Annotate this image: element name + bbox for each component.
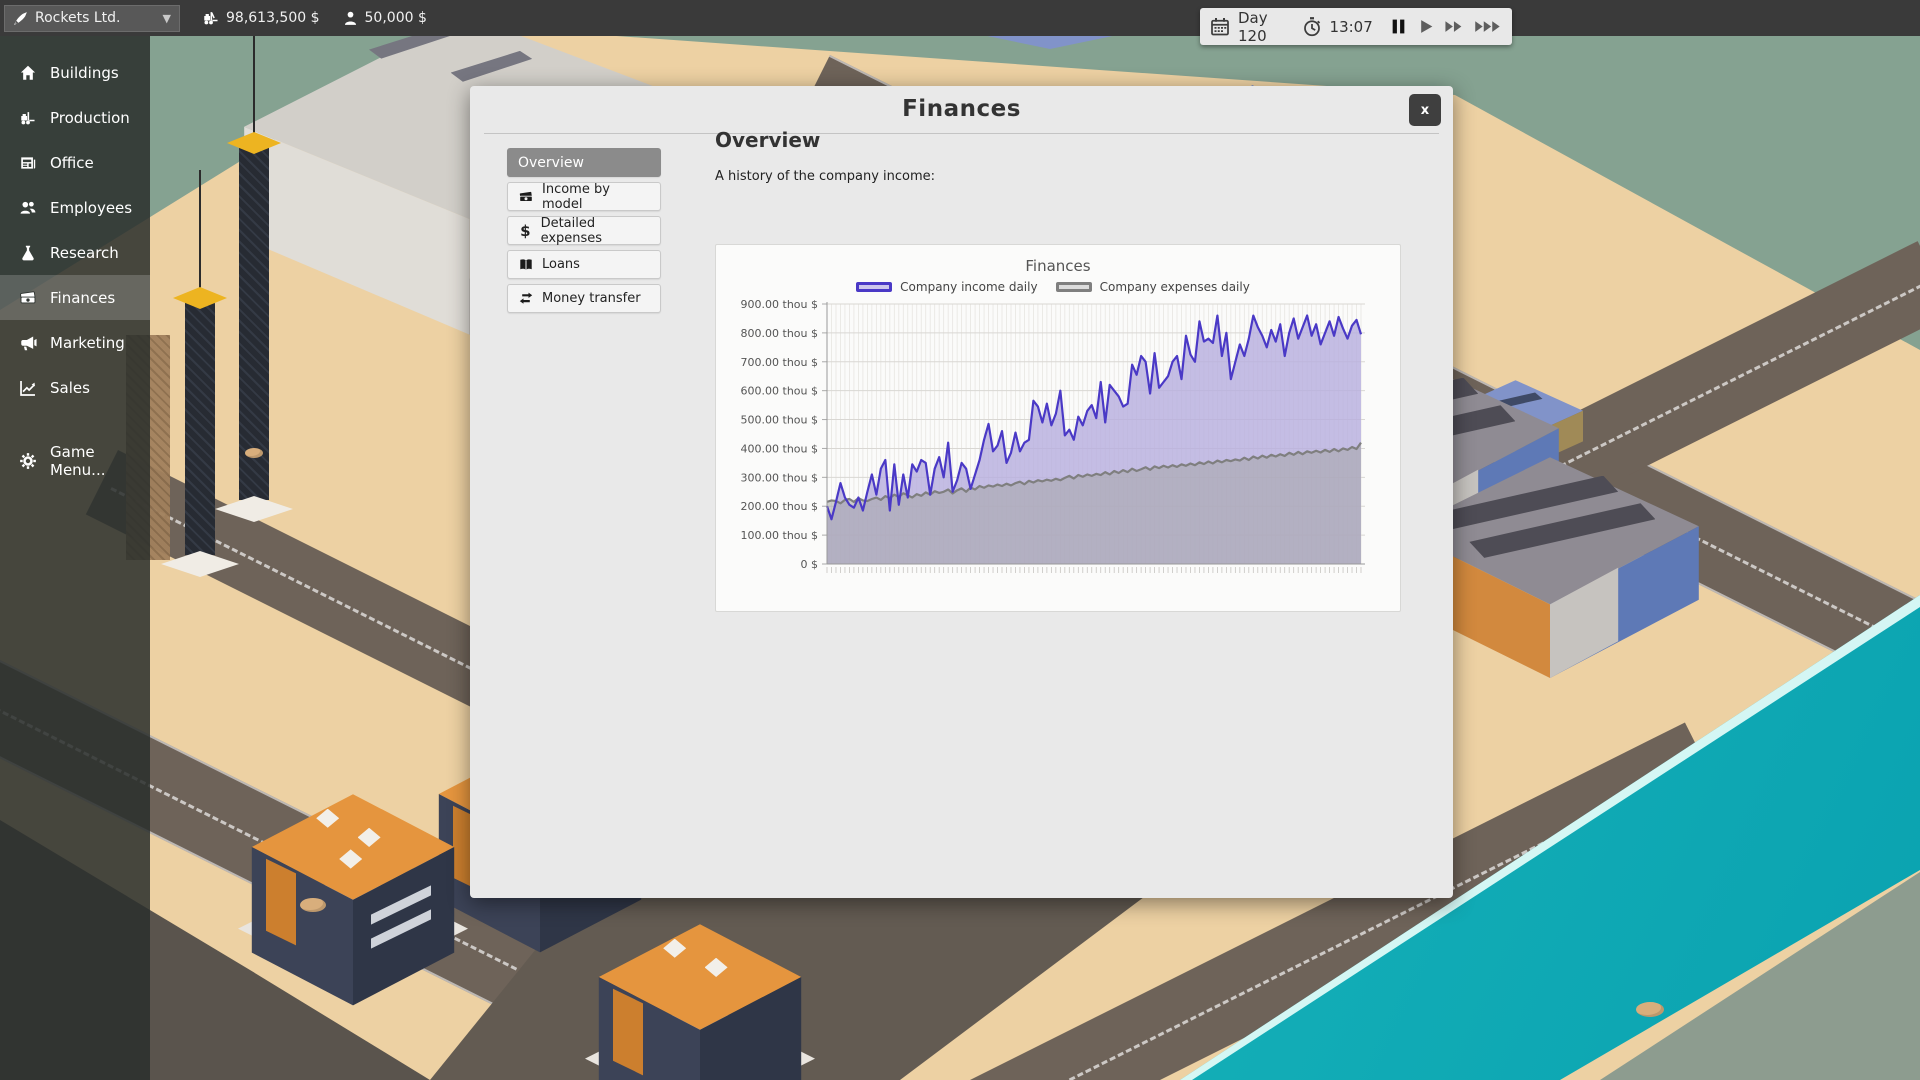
sidebar-item-finances[interactable]: Finances [0, 275, 150, 320]
svg-text:200.00 thou $: 200.00 thou $ [741, 500, 818, 513]
close-button[interactable]: x [1409, 94, 1441, 126]
sidebar: Buildings Production Office Employees Re… [0, 36, 150, 1080]
rocket-icon [13, 11, 28, 26]
clock-time: 13:07 [1330, 18, 1373, 36]
sidebar-item-label: Game Menu... [50, 443, 150, 479]
finances-tab-list: Overview Income by model $ Detailed expe… [507, 148, 661, 313]
top-bar: Rockets Ltd. ▼ 98,613,500 $ 50,000 $ [0, 0, 1920, 36]
svg-text:300.00 thou $: 300.00 thou $ [741, 471, 818, 484]
sidebar-item-marketing[interactable]: Marketing [0, 320, 150, 365]
chart-legend: Company income daily Company expenses da… [716, 280, 1400, 294]
day-counter: Day 120 [1238, 9, 1290, 45]
office-icon [19, 154, 37, 172]
rock [245, 448, 263, 458]
banknotes-icon [518, 189, 534, 205]
research-icon [19, 244, 37, 262]
sidebar-item-label: Research [50, 244, 119, 262]
factory-building [238, 775, 468, 1015]
expenses-legend-label: Company expenses daily [1100, 280, 1250, 294]
overview-content: Overview A history of the company income… [715, 128, 1413, 184]
sales-icon [19, 379, 37, 397]
book-icon [518, 257, 534, 273]
company-name: Rockets Ltd. [35, 10, 120, 26]
svg-text:0 $: 0 $ [801, 558, 819, 571]
sidebar-item-label: Sales [50, 379, 90, 397]
fastest-forward-button[interactable] [1474, 15, 1502, 39]
company-selector[interactable]: Rockets Ltd. ▼ [4, 5, 180, 32]
svg-text:800.00 thou $: 800.00 thou $ [741, 327, 818, 340]
finances-icon [19, 289, 37, 307]
time-control-panel: Day 120 13:07 [1200, 8, 1512, 45]
person-icon [342, 10, 359, 27]
chart-title: Finances [716, 257, 1400, 275]
page-title: Overview [715, 128, 1413, 152]
income-legend-label: Company income daily [900, 280, 1037, 294]
svg-text:700.00 thou $: 700.00 thou $ [741, 356, 818, 369]
employee-cost: 50,000 $ [342, 10, 427, 27]
employee-cost-value: 50,000 $ [365, 10, 427, 26]
dollar-icon: $ [518, 222, 533, 240]
tab-overview[interactable]: Overview [507, 148, 661, 177]
sidebar-item-sales[interactable]: Sales [0, 365, 150, 410]
sidebar-item-office[interactable]: Office [0, 140, 150, 185]
tab-label: Money transfer [542, 291, 641, 306]
sidebar-item-label: Employees [50, 199, 132, 217]
finances-chart-panel: Finances Company income daily Company ex… [715, 244, 1401, 612]
dialog-title: Finances [470, 96, 1453, 122]
tab-loans[interactable]: Loans [507, 250, 661, 279]
svg-text:600.00 thou $: 600.00 thou $ [741, 385, 818, 398]
sidebar-item-label: Production [50, 109, 130, 127]
tab-label: Income by model [542, 182, 650, 212]
sidebar-item-label: Marketing [50, 334, 125, 352]
income-legend-swatch [856, 282, 892, 292]
sidebar-item-label: Office [50, 154, 94, 172]
money-value: 98,613,500 $ [226, 10, 320, 26]
rock [1636, 1002, 1664, 1017]
svg-text:100.00 thou $: 100.00 thou $ [741, 529, 818, 542]
production-icon [19, 109, 37, 127]
sidebar-item-label: Finances [50, 289, 115, 307]
finances-dialog: Finances x Overview Income by model $ De… [470, 86, 1453, 898]
close-icon: x [1421, 103, 1429, 118]
tab-detailed-expenses[interactable]: $ Detailed expenses [507, 216, 661, 245]
tab-income-by-model[interactable]: Income by model [507, 182, 661, 211]
factory-building [585, 905, 815, 1080]
finances-chart: 0 $ 100.00 thou $ 200.00 thou $ 300.00 thou… [727, 296, 1389, 580]
sidebar-item-employees[interactable]: Employees [0, 185, 150, 230]
sidebar-item-label: Buildings [50, 64, 119, 82]
gear-icon [19, 452, 37, 470]
calendar-icon [1210, 17, 1230, 37]
tab-label: Overview [518, 155, 584, 171]
expenses-legend-swatch [1056, 282, 1092, 292]
forklift-money-icon [202, 9, 220, 27]
rock [300, 898, 326, 912]
company-money: 98,613,500 $ [202, 9, 320, 27]
svg-text:900.00 thou $: 900.00 thou $ [741, 298, 818, 311]
page-subtitle: A history of the company income: [715, 169, 1413, 184]
sidebar-item-game-menu[interactable]: Game Menu... [0, 438, 150, 483]
transfer-icon [518, 291, 534, 307]
employees-icon [19, 199, 37, 217]
marketing-icon [19, 334, 37, 352]
svg-text:400.00 thou $: 400.00 thou $ [741, 442, 818, 455]
tab-label: Detailed expenses [541, 216, 650, 246]
sidebar-item-production[interactable]: Production [0, 95, 150, 140]
tab-money-transfer[interactable]: Money transfer [507, 284, 661, 313]
sidebar-item-buildings[interactable]: Buildings [0, 50, 150, 95]
sidebar-item-research[interactable]: Research [0, 230, 150, 275]
svg-text:500.00 thou $: 500.00 thou $ [741, 414, 818, 427]
chevron-down-icon: ▼ [163, 12, 171, 25]
fast-forward-button[interactable] [1444, 15, 1466, 39]
play-button[interactable] [1416, 15, 1436, 39]
pause-button[interactable] [1389, 15, 1409, 39]
launch-tower [160, 170, 240, 585]
buildings-icon [19, 64, 37, 82]
tab-label: Loans [542, 257, 580, 272]
clock-icon [1302, 17, 1322, 37]
